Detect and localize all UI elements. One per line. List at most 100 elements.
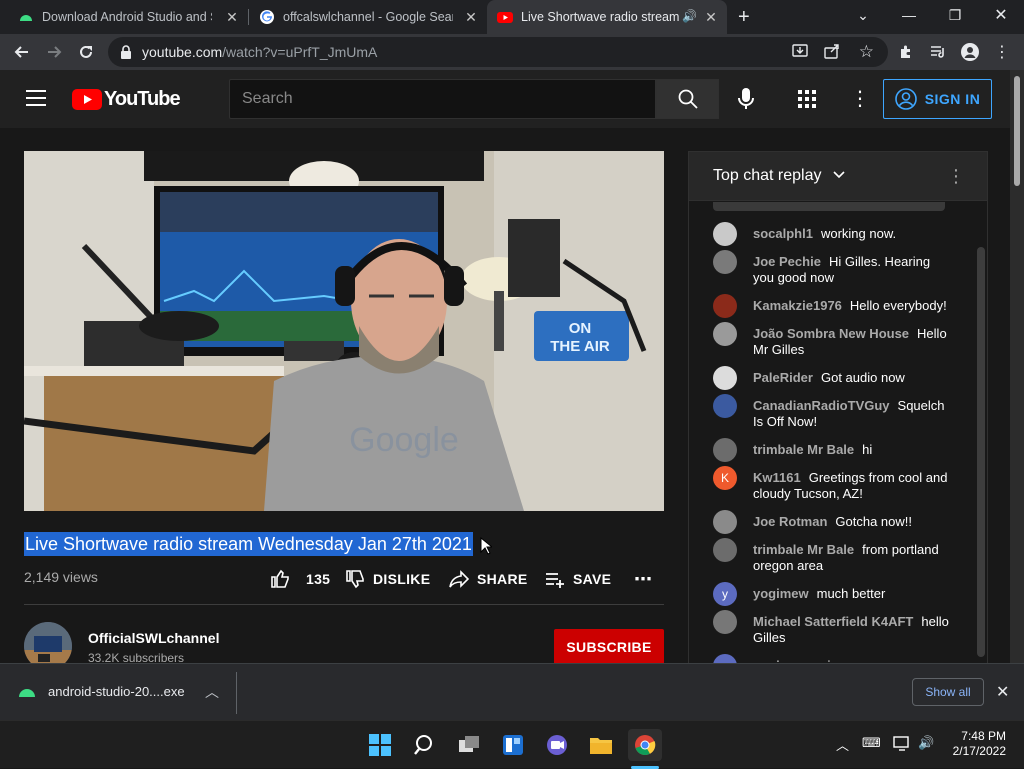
tab-google-search[interactable]: offcalswlchannel - Google Search ✕ bbox=[249, 0, 487, 34]
chat-more-icon[interactable]: ⋮ bbox=[947, 166, 965, 187]
chat-author[interactable]: Kamakzie1976 bbox=[753, 298, 842, 313]
speaker-icon[interactable]: 🔊 bbox=[682, 9, 697, 23]
chat-author[interactable]: trimbale Mr Bale bbox=[753, 442, 854, 457]
save-button[interactable]: SAVE bbox=[545, 569, 611, 589]
close-tab-icon[interactable]: ✕ bbox=[703, 9, 719, 25]
android-icon bbox=[20, 15, 32, 21]
file-explorer-icon[interactable] bbox=[585, 729, 617, 761]
chat-avatar[interactable]: y bbox=[713, 654, 737, 663]
chat-author[interactable]: trimbale Mr Bale bbox=[753, 542, 854, 557]
close-tab-icon[interactable]: ✕ bbox=[463, 9, 479, 25]
chat-message-body: trimbale Mr Bale hi bbox=[753, 442, 872, 462]
network-icon[interactable] bbox=[893, 735, 911, 754]
youtube-logo[interactable]: YouTube bbox=[72, 88, 181, 111]
clock-date: 2/17/2022 bbox=[952, 744, 1006, 758]
divider bbox=[236, 672, 237, 714]
dislike-button[interactable]: DISLIKE bbox=[345, 569, 430, 589]
new-tab-button[interactable]: + bbox=[738, 6, 750, 29]
chat-avatar[interactable] bbox=[713, 394, 737, 418]
extensions-icon[interactable] bbox=[892, 38, 920, 66]
chat-author[interactable]: João Sombra New House bbox=[753, 326, 909, 341]
chat-message: PaleRider Got audio now bbox=[713, 366, 953, 390]
tab-youtube[interactable]: Live Shortwave radio stream 🔊 ✕ bbox=[487, 0, 727, 34]
share-button[interactable]: SHARE bbox=[449, 569, 528, 589]
chat-avatar[interactable]: K bbox=[713, 466, 737, 490]
sign-in-button[interactable]: SIGN IN bbox=[883, 79, 992, 119]
chevron-up-icon[interactable]: ︿ bbox=[205, 682, 219, 702]
chat-author[interactable]: Joe Rotman bbox=[753, 514, 827, 529]
close-window-button[interactable]: ✕ bbox=[978, 0, 1024, 30]
page-scrollbar-thumb[interactable] bbox=[1014, 76, 1020, 186]
chat-avatar[interactable] bbox=[713, 250, 737, 274]
address-bar[interactable]: youtube.com/watch?v=uPrfT_JmUmA ☆ bbox=[108, 37, 888, 67]
chat-author[interactable]: yogimew bbox=[753, 586, 809, 601]
tab-android-studio[interactable]: Download Android Studio and SDK tools ✕ bbox=[8, 0, 248, 34]
close-download-shelf-icon[interactable]: ✕ bbox=[996, 682, 1009, 702]
chat-avatar[interactable] bbox=[713, 438, 737, 462]
back-button[interactable] bbox=[8, 38, 36, 66]
chat-avatar[interactable]: y bbox=[713, 582, 737, 606]
chat-avatar[interactable] bbox=[713, 294, 737, 318]
settings-more-icon[interactable]: ⋮ bbox=[850, 86, 870, 111]
chat-author[interactable]: Kw1161 bbox=[753, 470, 801, 485]
chat-scrollbar[interactable] bbox=[977, 247, 985, 657]
chat-avatar[interactable] bbox=[713, 510, 737, 534]
search-button[interactable] bbox=[656, 79, 719, 119]
chrome-taskbar-icon[interactable] bbox=[628, 729, 662, 761]
tray-overflow-icon[interactable]: ︿ bbox=[836, 735, 849, 754]
subscribe-button[interactable]: SUBSCRIBE bbox=[554, 629, 664, 663]
voice-search-icon[interactable] bbox=[736, 87, 756, 116]
chat-avatar[interactable] bbox=[713, 366, 737, 390]
chat-message: Joe Pechie Hi Gilles. Hearing you good no… bbox=[713, 250, 953, 286]
task-view-icon[interactable] bbox=[453, 729, 485, 761]
chrome-menu-icon[interactable]: ⋮ bbox=[988, 38, 1016, 66]
chat-avatar[interactable] bbox=[713, 222, 737, 246]
hamburger-menu-icon[interactable] bbox=[26, 90, 46, 111]
widgets-icon[interactable] bbox=[497, 729, 529, 761]
search-icon bbox=[678, 89, 698, 109]
bookmark-star-icon[interactable]: ☆ bbox=[859, 42, 874, 62]
chat-author[interactable]: socalphl1 bbox=[753, 226, 813, 241]
channel-name[interactable]: OfficialSWLchannel bbox=[88, 630, 219, 646]
teams-chat-icon[interactable] bbox=[541, 729, 573, 761]
system-clock[interactable]: 7:48 PM 2/17/2022 bbox=[948, 729, 1006, 759]
search-input[interactable]: Search bbox=[229, 79, 656, 119]
chat-mode-dropdown[interactable]: Top chat replay bbox=[713, 167, 846, 185]
minimize-button[interactable]: — bbox=[886, 0, 932, 30]
apps-grid-icon[interactable] bbox=[798, 90, 816, 113]
keyboard-icon[interactable]: ⌨ bbox=[862, 735, 881, 751]
like-button[interactable]: 135 bbox=[270, 569, 330, 589]
chat-author[interactable]: PaleRider bbox=[753, 370, 813, 385]
show-all-button[interactable]: Show all bbox=[912, 678, 984, 706]
search-taskbar-icon[interactable] bbox=[409, 729, 441, 761]
account-icon bbox=[894, 88, 917, 110]
more-actions-icon[interactable]: ⋯ bbox=[634, 569, 652, 590]
chat-message-body: socalphl1 working now. bbox=[753, 226, 896, 246]
chat-author[interactable]: Michael Satterfield K4AFT bbox=[753, 614, 913, 629]
video-player[interactable]: ON THE AIR Google bbox=[24, 151, 664, 511]
profile-icon[interactable] bbox=[956, 38, 984, 66]
tab-search-icon[interactable]: ⌄ bbox=[840, 0, 886, 30]
install-icon[interactable] bbox=[792, 43, 808, 62]
start-button[interactable] bbox=[364, 729, 396, 761]
close-tab-icon[interactable]: ✕ bbox=[224, 9, 240, 25]
restore-button[interactable]: ❐ bbox=[932, 0, 978, 30]
subscriber-count: 33.2K subscribers bbox=[88, 651, 185, 663]
chat-author[interactable]: Joe Pechie bbox=[753, 254, 821, 269]
chat-avatar[interactable] bbox=[713, 610, 737, 634]
media-control-icon[interactable] bbox=[924, 38, 952, 66]
page-scrollbar[interactable] bbox=[1010, 70, 1024, 663]
download-filename[interactable]: android-studio-20....exe bbox=[48, 684, 185, 699]
chat-avatar[interactable] bbox=[713, 538, 737, 562]
volume-icon[interactable]: 🔊 bbox=[918, 735, 934, 751]
video-frame: ON THE AIR Google bbox=[24, 151, 664, 511]
chat-author[interactable]: CanadianRadioTVGuy bbox=[753, 398, 890, 413]
forward-button[interactable] bbox=[40, 38, 68, 66]
chat-message: y yogimew much better bbox=[713, 582, 953, 606]
channel-avatar[interactable] bbox=[24, 622, 72, 663]
chat-avatar[interactable] bbox=[713, 322, 737, 346]
share-page-icon[interactable] bbox=[824, 43, 840, 62]
url-text: youtube.com/watch?v=uPrfT_JmUmA bbox=[142, 44, 377, 60]
reload-button[interactable] bbox=[72, 38, 100, 66]
lock-icon[interactable] bbox=[120, 45, 132, 59]
